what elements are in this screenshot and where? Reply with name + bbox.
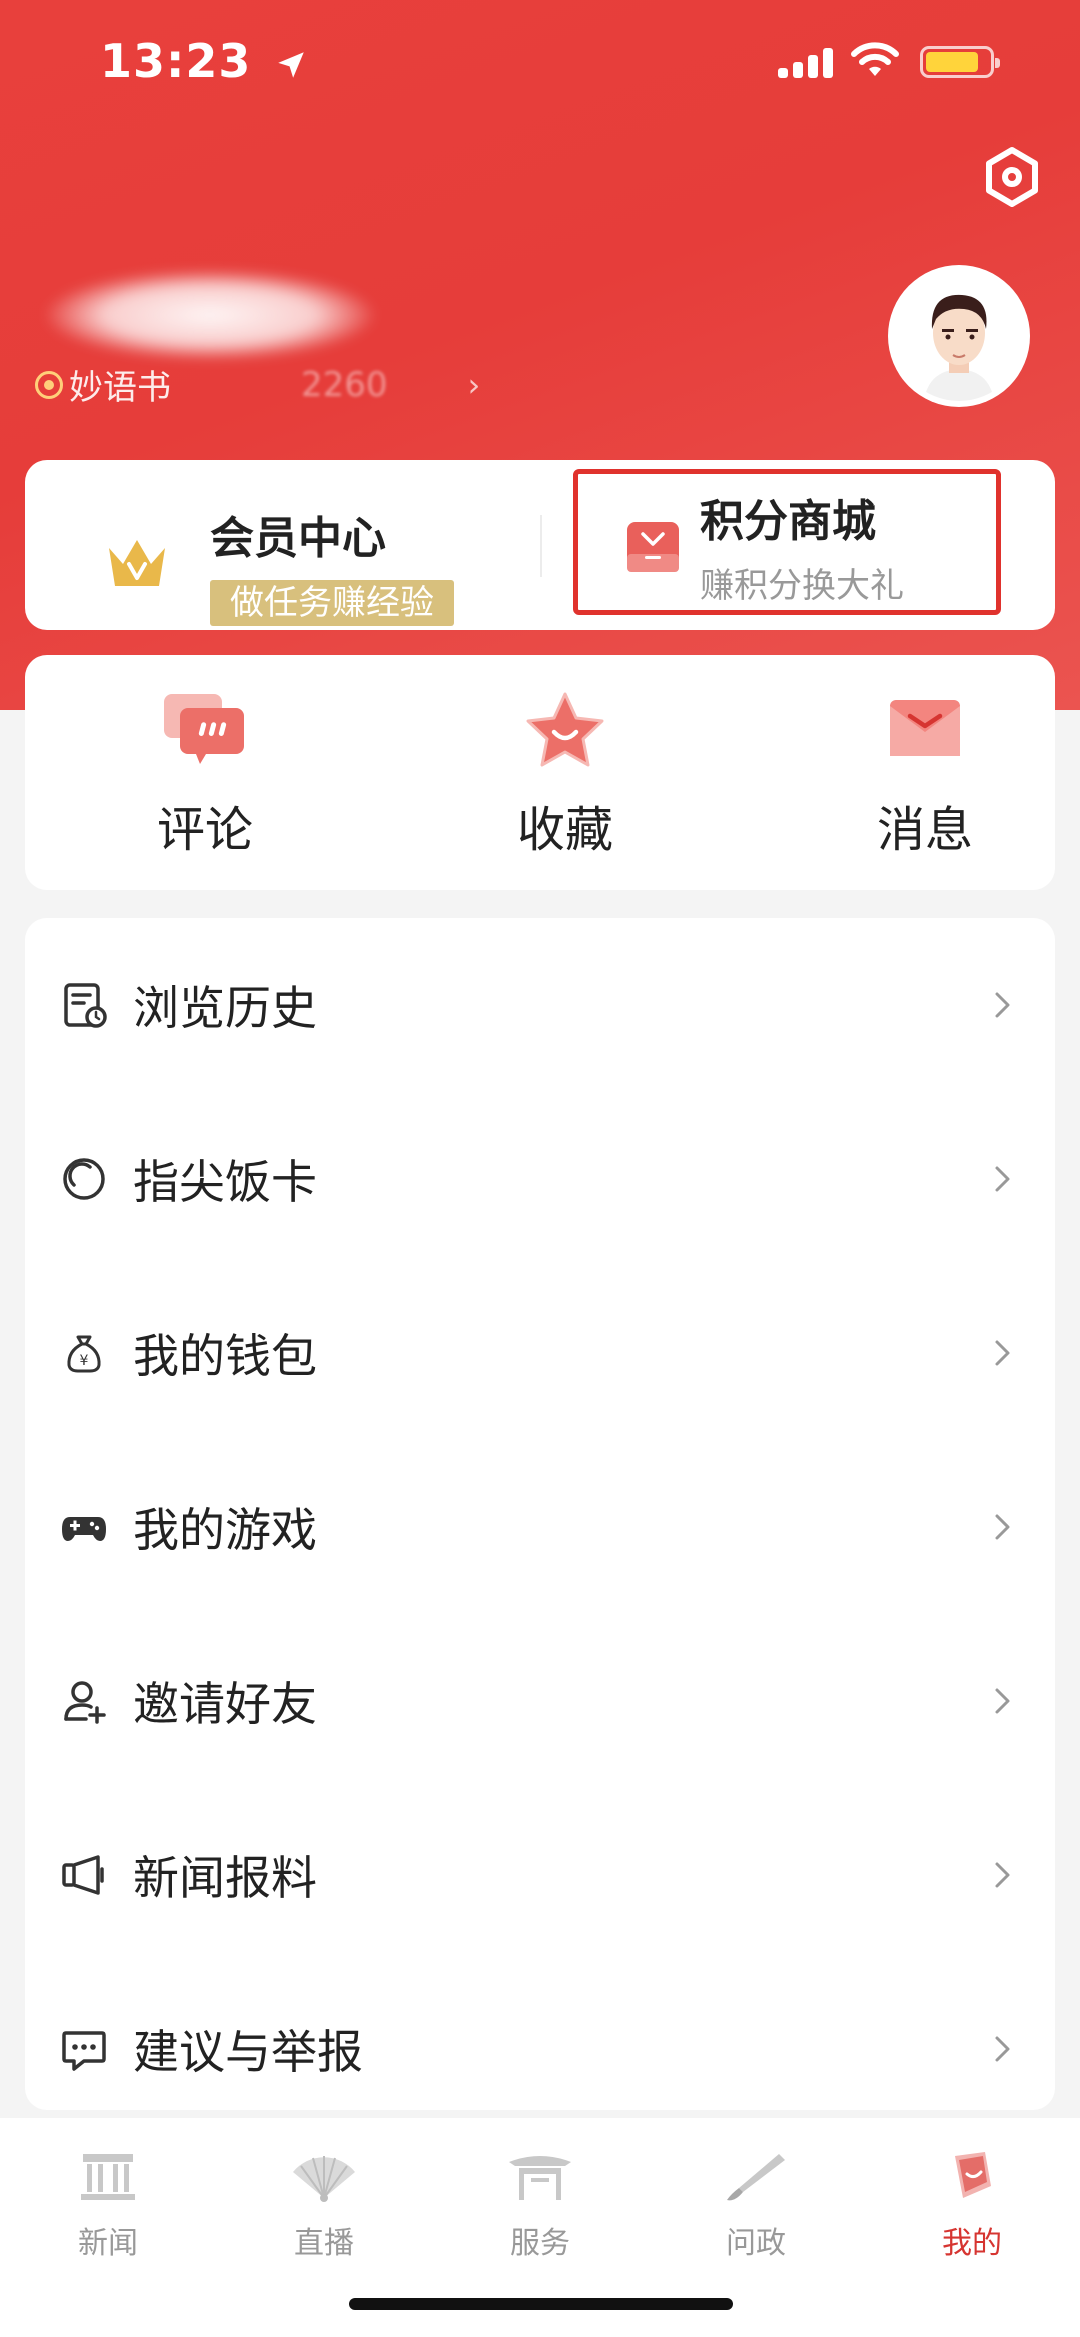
brush-icon xyxy=(727,2154,785,2201)
menu-item-label: 邀请好友 xyxy=(133,1677,317,1731)
wallet-icon: ¥ xyxy=(67,1335,101,1373)
gamepad-icon xyxy=(62,1517,106,1541)
menu-item-label: 指尖饭卡 xyxy=(133,1155,317,1209)
status-time: 13:23 xyxy=(100,34,308,88)
quick-action-label: 消息 xyxy=(876,802,973,858)
points-mall-subtitle: 赚积分换大礼 xyxy=(700,566,904,606)
star-icon xyxy=(526,692,604,767)
tab-label: 问政 xyxy=(726,2226,786,2261)
tab-label: 直播 xyxy=(294,2226,354,2261)
card-divider xyxy=(540,515,542,577)
megaphone-icon xyxy=(62,1855,104,1895)
menu-item-games[interactable]: 我的游戏 xyxy=(25,1440,1055,1614)
profile-sub-masked: 2260 xyxy=(301,364,388,405)
points-mall-title[interactable]: 积分商城 xyxy=(700,485,876,549)
member-center-entry[interactable]: 会员中心 做任务赚经验 xyxy=(75,482,495,626)
chevron-right-icon xyxy=(995,1688,1010,1714)
menu-list: 浏览历史 指尖饭卡 ¥ 我的钱包 我的游戏 邀请好友 新闻报料 建议与举报 xyxy=(25,918,1055,2110)
member-center-title: 会员中心 xyxy=(210,513,386,564)
quick-action-label: 收藏 xyxy=(516,802,613,858)
crown-icon xyxy=(109,540,165,586)
tab-label: 我的 xyxy=(942,2226,1002,2261)
tab-live[interactable]: 直播 xyxy=(216,2138,432,2288)
location-arrow-icon xyxy=(278,51,305,78)
menu-item-invite-friends[interactable]: 邀请好友 xyxy=(25,1614,1055,1788)
tab-label: 新闻 xyxy=(78,2226,138,2261)
svg-text:¥: ¥ xyxy=(80,1353,89,1369)
menu-item-label: 新闻报料 xyxy=(133,1851,317,1905)
menu-item-meal-card[interactable]: 指尖饭卡 xyxy=(25,1092,1055,1266)
tab-mine[interactable]: 我的 xyxy=(864,2138,1080,2288)
menu-item-label: 建议与举报 xyxy=(133,2025,363,2079)
meal-card-icon xyxy=(63,1158,105,1200)
menu-item-label: 我的游戏 xyxy=(133,1503,317,1557)
quick-action-comment[interactable]: 评论 xyxy=(105,690,305,870)
quick-action-favorite[interactable]: 收藏 xyxy=(465,690,665,870)
menu-item-wallet[interactable]: ¥ 我的钱包 xyxy=(25,1266,1055,1440)
chevron-right-icon xyxy=(995,1514,1010,1540)
status-time-text: 13:23 xyxy=(100,34,252,88)
tab-service[interactable]: 服务 xyxy=(432,2138,648,2288)
chevron-right-icon xyxy=(995,2036,1010,2062)
profile-icon xyxy=(955,2152,991,2198)
tab-news[interactable]: 新闻 xyxy=(0,2138,216,2288)
profile-name-redacted[interactable] xyxy=(45,270,375,360)
cellular-signal-icon xyxy=(778,46,834,78)
chevron-right-icon xyxy=(995,992,1010,1018)
menu-item-label: 我的钱包 xyxy=(133,1329,317,1383)
level-badge-icon xyxy=(35,370,63,399)
quick-action-label: 评论 xyxy=(156,802,253,858)
quick-action-message[interactable]: 消息 xyxy=(825,690,1025,870)
wifi-icon xyxy=(851,42,899,76)
chevron-right-icon xyxy=(995,1862,1010,1888)
settings-hexagon-icon[interactable] xyxy=(980,145,1044,209)
invite-friend-icon xyxy=(64,1681,106,1724)
avatar-cartoon-icon xyxy=(894,271,1024,401)
battery-icon xyxy=(920,46,1000,78)
shopping-bag-icon xyxy=(627,522,679,572)
chevron-right-icon xyxy=(995,1340,1010,1366)
chevron-right-icon xyxy=(995,1166,1010,1192)
comment-icon xyxy=(164,694,244,764)
menu-item-feedback-report[interactable]: 建议与举报 xyxy=(25,1962,1055,2136)
envelope-icon xyxy=(890,700,960,756)
news-pavilion-icon xyxy=(81,2154,135,2200)
chevron-right-icon: › xyxy=(467,365,481,404)
tab-label: 服务 xyxy=(510,2226,570,2261)
home-indicator xyxy=(349,2298,733,2310)
fan-icon xyxy=(293,2156,355,2202)
history-icon xyxy=(64,983,107,1028)
member-center-subtitle: 做任务赚经验 xyxy=(210,580,454,626)
status-bar: 13:23 xyxy=(0,0,1080,130)
feedback-icon xyxy=(62,2031,106,2071)
avatar[interactable] xyxy=(888,265,1030,407)
menu-item-browsing-history[interactable]: 浏览历史 xyxy=(25,918,1055,1092)
profile-subtitle[interactable]: 妙语书 2260 › xyxy=(35,360,480,409)
profile-sub-prefix: 妙语书 xyxy=(69,368,171,408)
menu-item-news-tip[interactable]: 新闻报料 xyxy=(25,1788,1055,1962)
tab-inquiry[interactable]: 问政 xyxy=(648,2138,864,2288)
quick-actions-card: 评论 收藏 消息 xyxy=(25,655,1055,890)
menu-item-label: 浏览历史 xyxy=(133,981,317,1035)
gate-icon xyxy=(509,2156,571,2200)
